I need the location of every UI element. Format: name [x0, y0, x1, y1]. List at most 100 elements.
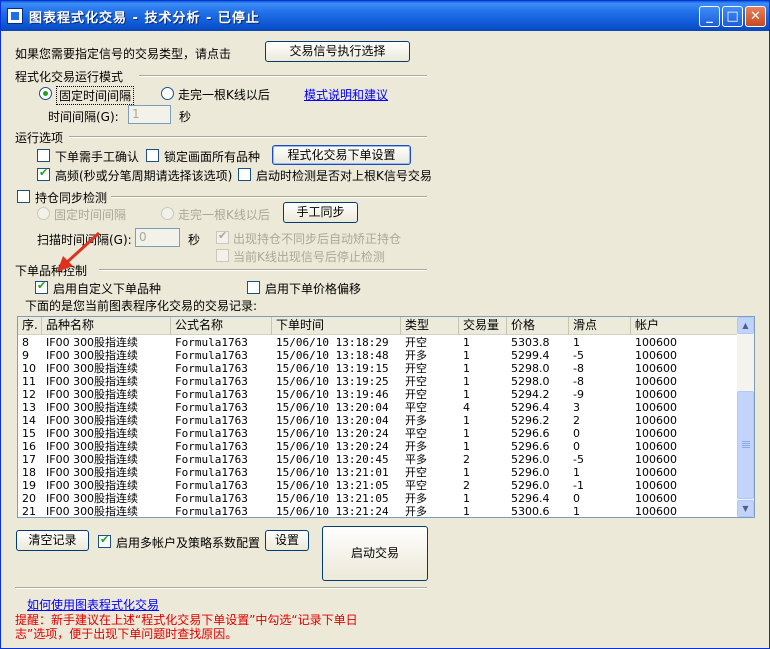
table-row[interactable]: 19 IF00 300股指连续 Formula1763 15/06/10 13:21:… — [18, 479, 738, 492]
column-header[interactable]: 类型 — [401, 317, 459, 335]
table-cell: 2 — [573, 414, 580, 427]
table-row[interactable]: 12 IF00 300股指连续 Formula1763 15/06/10 13:19:… — [18, 388, 738, 401]
column-header[interactable]: 交易量 — [459, 317, 507, 335]
scroll-up-icon[interactable]: ▲ — [737, 317, 754, 334]
lock-all-checkbox[interactable] — [146, 149, 159, 162]
start-trading-button[interactable]: 启动交易 — [322, 526, 428, 581]
multi-account-checkbox[interactable] — [98, 533, 111, 548]
interval-input[interactable]: 1 — [128, 105, 171, 124]
sync-kline-radio[interactable] — [161, 207, 174, 220]
interval-unit: 秒 — [179, 110, 192, 124]
table-row[interactable]: 8 IF00 300股指连续 Formula1763 15/06/10 13:18:2… — [18, 336, 738, 349]
column-header[interactable]: 滑点 — [569, 317, 631, 335]
price-offset-label[interactable]: 启用下单价格偏移 — [265, 280, 361, 297]
table-cell: 0 — [573, 492, 580, 505]
table-cell: 1 — [573, 466, 580, 479]
minimize-button[interactable]: _ — [699, 6, 720, 27]
column-header[interactable]: 序. — [18, 317, 42, 335]
trade-records-table[interactable]: 序. 品种名称 公式名称 下单时间 类型 交易量 价格 滑点 帐户 8 IF00 … — [17, 316, 755, 518]
column-header[interactable]: 价格 — [507, 317, 569, 335]
auto-fix-checkbox[interactable] — [216, 229, 229, 244]
table-row[interactable]: 14 IF00 300股指连续 Formula1763 15/06/10 13:20:… — [18, 414, 738, 427]
manual-confirm-label[interactable]: 下单需手工确认 — [55, 148, 139, 165]
table-row[interactable]: 18 IF00 300股指连续 Formula1763 15/06/10 13:21:… — [18, 466, 738, 479]
column-header[interactable]: 帐户 — [631, 317, 738, 335]
table-cell: 平空 — [405, 479, 427, 492]
close-icon: ✕ — [750, 9, 761, 24]
table-cell: 9 — [22, 349, 29, 362]
table-row[interactable]: 9 IF00 300股指连续 Formula1763 15/06/10 13:18:4… — [18, 349, 738, 362]
price-offset-checkbox[interactable] — [247, 281, 260, 294]
mode-fixed-label[interactable]: 固定时间间隔 — [56, 86, 135, 105]
sync-checkbox[interactable] — [17, 190, 30, 203]
table-cell: 100600 — [635, 479, 677, 492]
sync-fixed-radio[interactable] — [37, 207, 50, 220]
table-cell: 1 — [463, 427, 470, 440]
table-cell: 5299.4 — [511, 349, 550, 362]
mode-kline-label[interactable]: 走完一根K线以后 — [178, 86, 270, 103]
table-row[interactable]: 13 IF00 300股指连续 Formula1763 15/06/10 13:20:… — [18, 401, 738, 414]
multi-account-label[interactable]: 启用多帐户及策略系数配置 — [116, 534, 260, 551]
title-bar[interactable]: 图表程式化交易 - 技术分析 - 已停止 _ □ ✕ — [1, 1, 769, 31]
mode-kline-radio[interactable] — [161, 87, 174, 100]
table-row[interactable]: 16 IF00 300股指连续 Formula1763 15/06/10 13:20:… — [18, 440, 738, 453]
table-cell: -8 — [573, 375, 584, 388]
column-header[interactable]: 下单时间 — [272, 317, 401, 335]
sync-kline-label[interactable]: 走完一根K线以后 — [178, 206, 270, 223]
stop-check-label[interactable]: 当前K线出现信号后停止检测 — [233, 248, 385, 265]
table-cell: IF00 300股指连续 — [46, 492, 139, 505]
table-cell: 1 — [463, 362, 470, 375]
mode-section-title: 程式化交易运行模式 — [15, 70, 124, 84]
table-cell: Formula1763 — [175, 440, 248, 453]
mode-fixed-radio[interactable] — [39, 87, 52, 100]
settings-button[interactable]: 设置 — [265, 530, 309, 551]
check-on-start-checkbox[interactable] — [238, 168, 251, 181]
table-cell: 10 — [22, 362, 36, 375]
table-cell: Formula1763 — [175, 479, 248, 492]
table-row[interactable]: 15 IF00 300股指连续 Formula1763 15/06/10 13:20:… — [18, 427, 738, 440]
table-row[interactable]: 10 IF00 300股指连续 Formula1763 15/06/10 13:19:… — [18, 362, 738, 375]
table-cell: -5 — [573, 453, 584, 466]
order-settings-button[interactable]: 程式化交易下单设置 — [272, 145, 411, 165]
table-cell: 11 — [22, 375, 36, 388]
sync-section-title[interactable]: 持仓同步检测 — [35, 189, 107, 206]
table-cell: 100600 — [635, 466, 677, 479]
table-cell: 1 — [463, 414, 470, 427]
column-header[interactable]: 品种名称 — [42, 317, 171, 335]
table-cell: 100600 — [635, 362, 677, 375]
table-cell: 20 — [22, 492, 36, 505]
auto-fix-label[interactable]: 出现持仓不同步后自动矫正持仓 — [233, 230, 401, 247]
scan-interval-input[interactable]: 0 — [135, 228, 180, 247]
sync-fixed-label[interactable]: 固定时间间隔 — [54, 206, 126, 223]
scroll-down-icon[interactable]: ▼ — [737, 500, 754, 517]
column-header[interactable]: 公式名称 — [171, 317, 272, 335]
sync-divider — [111, 196, 427, 198]
manual-confirm-checkbox[interactable] — [37, 149, 50, 162]
check-on-start-label[interactable]: 启动时检测是否对上根K信号交易 — [256, 167, 432, 184]
lock-all-label[interactable]: 锁定画面所有品种 — [164, 148, 260, 165]
clear-records-button[interactable]: 清空记录 — [16, 530, 89, 551]
table-row[interactable]: 17 IF00 300股指连续 Formula1763 15/06/10 13:20:… — [18, 453, 738, 466]
table-cell: -9 — [573, 388, 584, 401]
help-link[interactable]: 如何使用图表程式化交易 — [27, 596, 159, 613]
scroll-thumb[interactable] — [737, 391, 754, 499]
table-row[interactable]: 21 IF00 300股指连续 Formula1763 15/06/10 13:21:… — [18, 505, 738, 517]
high-freq-checkbox[interactable] — [37, 166, 50, 181]
table-cell: 4 — [463, 401, 470, 414]
high-freq-label[interactable]: 高频(秒或分笔周期请选择该选项) — [55, 167, 232, 184]
close-button[interactable]: ✕ — [745, 6, 766, 27]
table-cell: IF00 300股指连续 — [46, 375, 139, 388]
vertical-scrollbar[interactable]: ▲ ▼ — [737, 317, 754, 517]
table-cell: 100600 — [635, 492, 677, 505]
table-cell: Formula1763 — [175, 375, 248, 388]
custom-symbol-checkbox[interactable] — [35, 279, 48, 294]
table-row[interactable]: 20 IF00 300股指连续 Formula1763 15/06/10 13:21:… — [18, 492, 738, 505]
custom-symbol-label[interactable]: 启用自定义下单品种 — [53, 280, 161, 297]
mode-help-link[interactable]: 模式说明和建议 — [304, 86, 388, 103]
table-row[interactable]: 11 IF00 300股指连续 Formula1763 15/06/10 13:19:… — [18, 375, 738, 388]
signal-select-button[interactable]: 交易信号执行选择 — [265, 41, 410, 62]
manual-sync-button[interactable]: 手工同步 — [283, 202, 358, 223]
stop-check-checkbox[interactable] — [216, 249, 229, 262]
maximize-button[interactable]: □ — [722, 6, 743, 27]
table-cell: 15/06/10 13:20:45 — [276, 453, 389, 466]
